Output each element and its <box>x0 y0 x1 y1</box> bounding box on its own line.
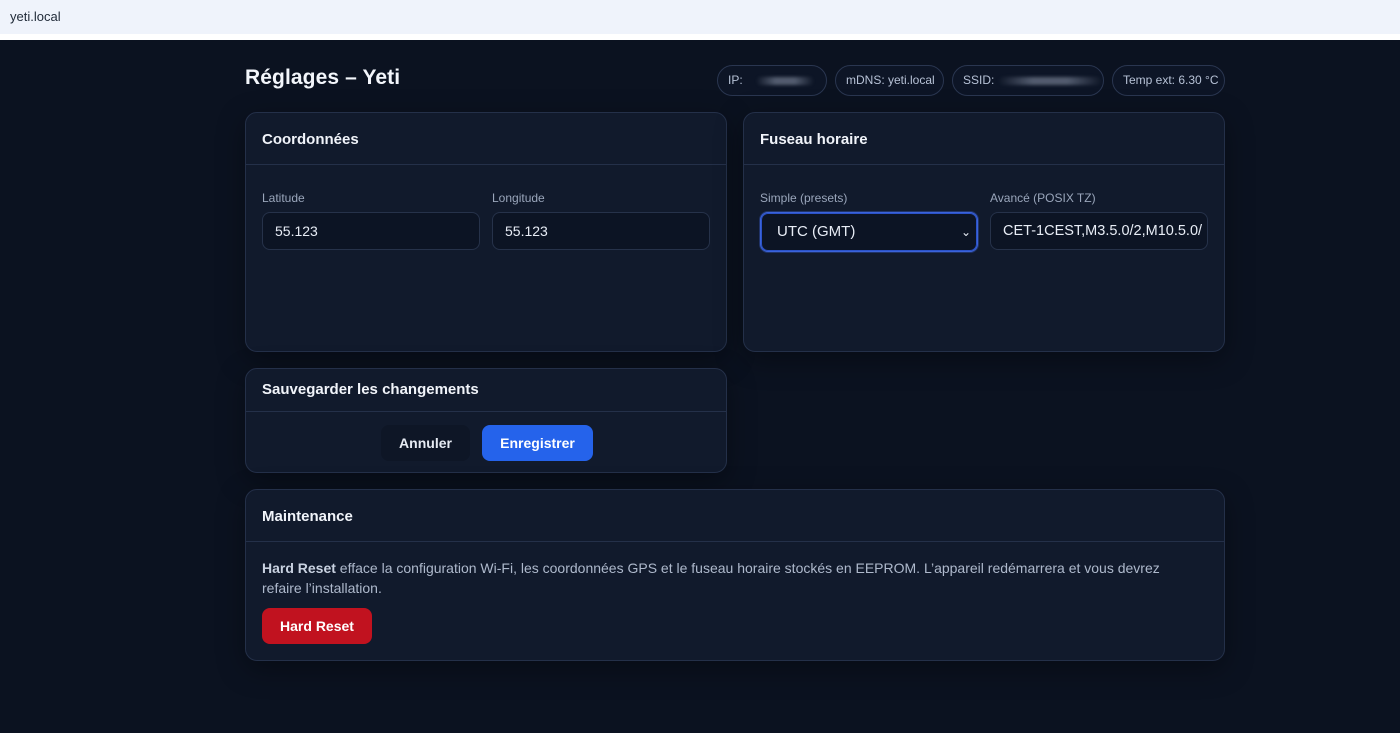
status-ssid-badge: SSID: <box>952 65 1104 96</box>
status-ssid-label: SSID: <box>963 73 995 87</box>
browser-url: yeti.local <box>10 9 61 24</box>
status-mdns-badge: mDNS: yeti.local <box>835 65 944 96</box>
maintenance-card-title: Maintenance <box>246 490 1224 542</box>
save-card-title: Sauvegarder les changements <box>246 369 726 412</box>
coords-card-title: Coordonnées <box>246 113 726 165</box>
timezone-preset-select[interactable]: UTC (GMT) ⌄ <box>760 212 978 252</box>
status-ip-badge: IP: <box>717 65 827 96</box>
maintenance-description-text: efface la configuration Wi-Fi, les coord… <box>262 560 1160 596</box>
latitude-input[interactable]: 55.123 <box>262 212 480 250</box>
save-card: Sauvegarder les changements Annuler Enre… <box>245 368 727 473</box>
coords-card: Coordonnées Latitude 55.123 Longitude 55… <box>245 112 727 352</box>
timezone-card-title: Fuseau horaire <box>744 113 1224 165</box>
maintenance-description-bold: Hard Reset <box>262 560 336 576</box>
longitude-label: Longitude <box>492 191 545 205</box>
ip-redacted <box>756 76 815 85</box>
page-title: Réglages – Yeti <box>245 66 401 89</box>
status-temp-badge: Temp ext: 6.30 °C <box>1112 65 1225 96</box>
hard-reset-button[interactable]: Hard Reset <box>262 608 372 644</box>
longitude-input[interactable]: 55.123 <box>492 212 710 250</box>
maintenance-description: Hard Reset efface la configuration Wi-Fi… <box>262 558 1202 598</box>
status-temp-text: Temp ext: 6.30 °C <box>1123 73 1219 87</box>
timezone-posix-input[interactable]: CET-1CEST,M3.5.0/2,M10.5.0/ <box>990 212 1208 250</box>
browser-address-bar[interactable]: yeti.local <box>0 0 1400 40</box>
save-button[interactable]: Enregistrer <box>482 425 593 461</box>
timezone-advanced-label: Avancé (POSIX TZ) <box>990 191 1096 205</box>
timezone-card: Fuseau horaire Simple (presets) UTC (GMT… <box>743 112 1225 352</box>
latitude-label: Latitude <box>262 191 305 205</box>
timezone-simple-label: Simple (presets) <box>760 191 848 205</box>
timezone-preset-value: UTC (GMT) <box>777 223 856 240</box>
ssid-redacted <box>997 76 1102 85</box>
cancel-button[interactable]: Annuler <box>381 425 470 461</box>
chevron-down-icon: ⌄ <box>960 225 971 239</box>
status-mdns-text: mDNS: yeti.local <box>846 73 935 87</box>
maintenance-card: Maintenance Hard Reset efface la configu… <box>245 489 1225 661</box>
status-ip-label: IP: <box>728 73 743 87</box>
